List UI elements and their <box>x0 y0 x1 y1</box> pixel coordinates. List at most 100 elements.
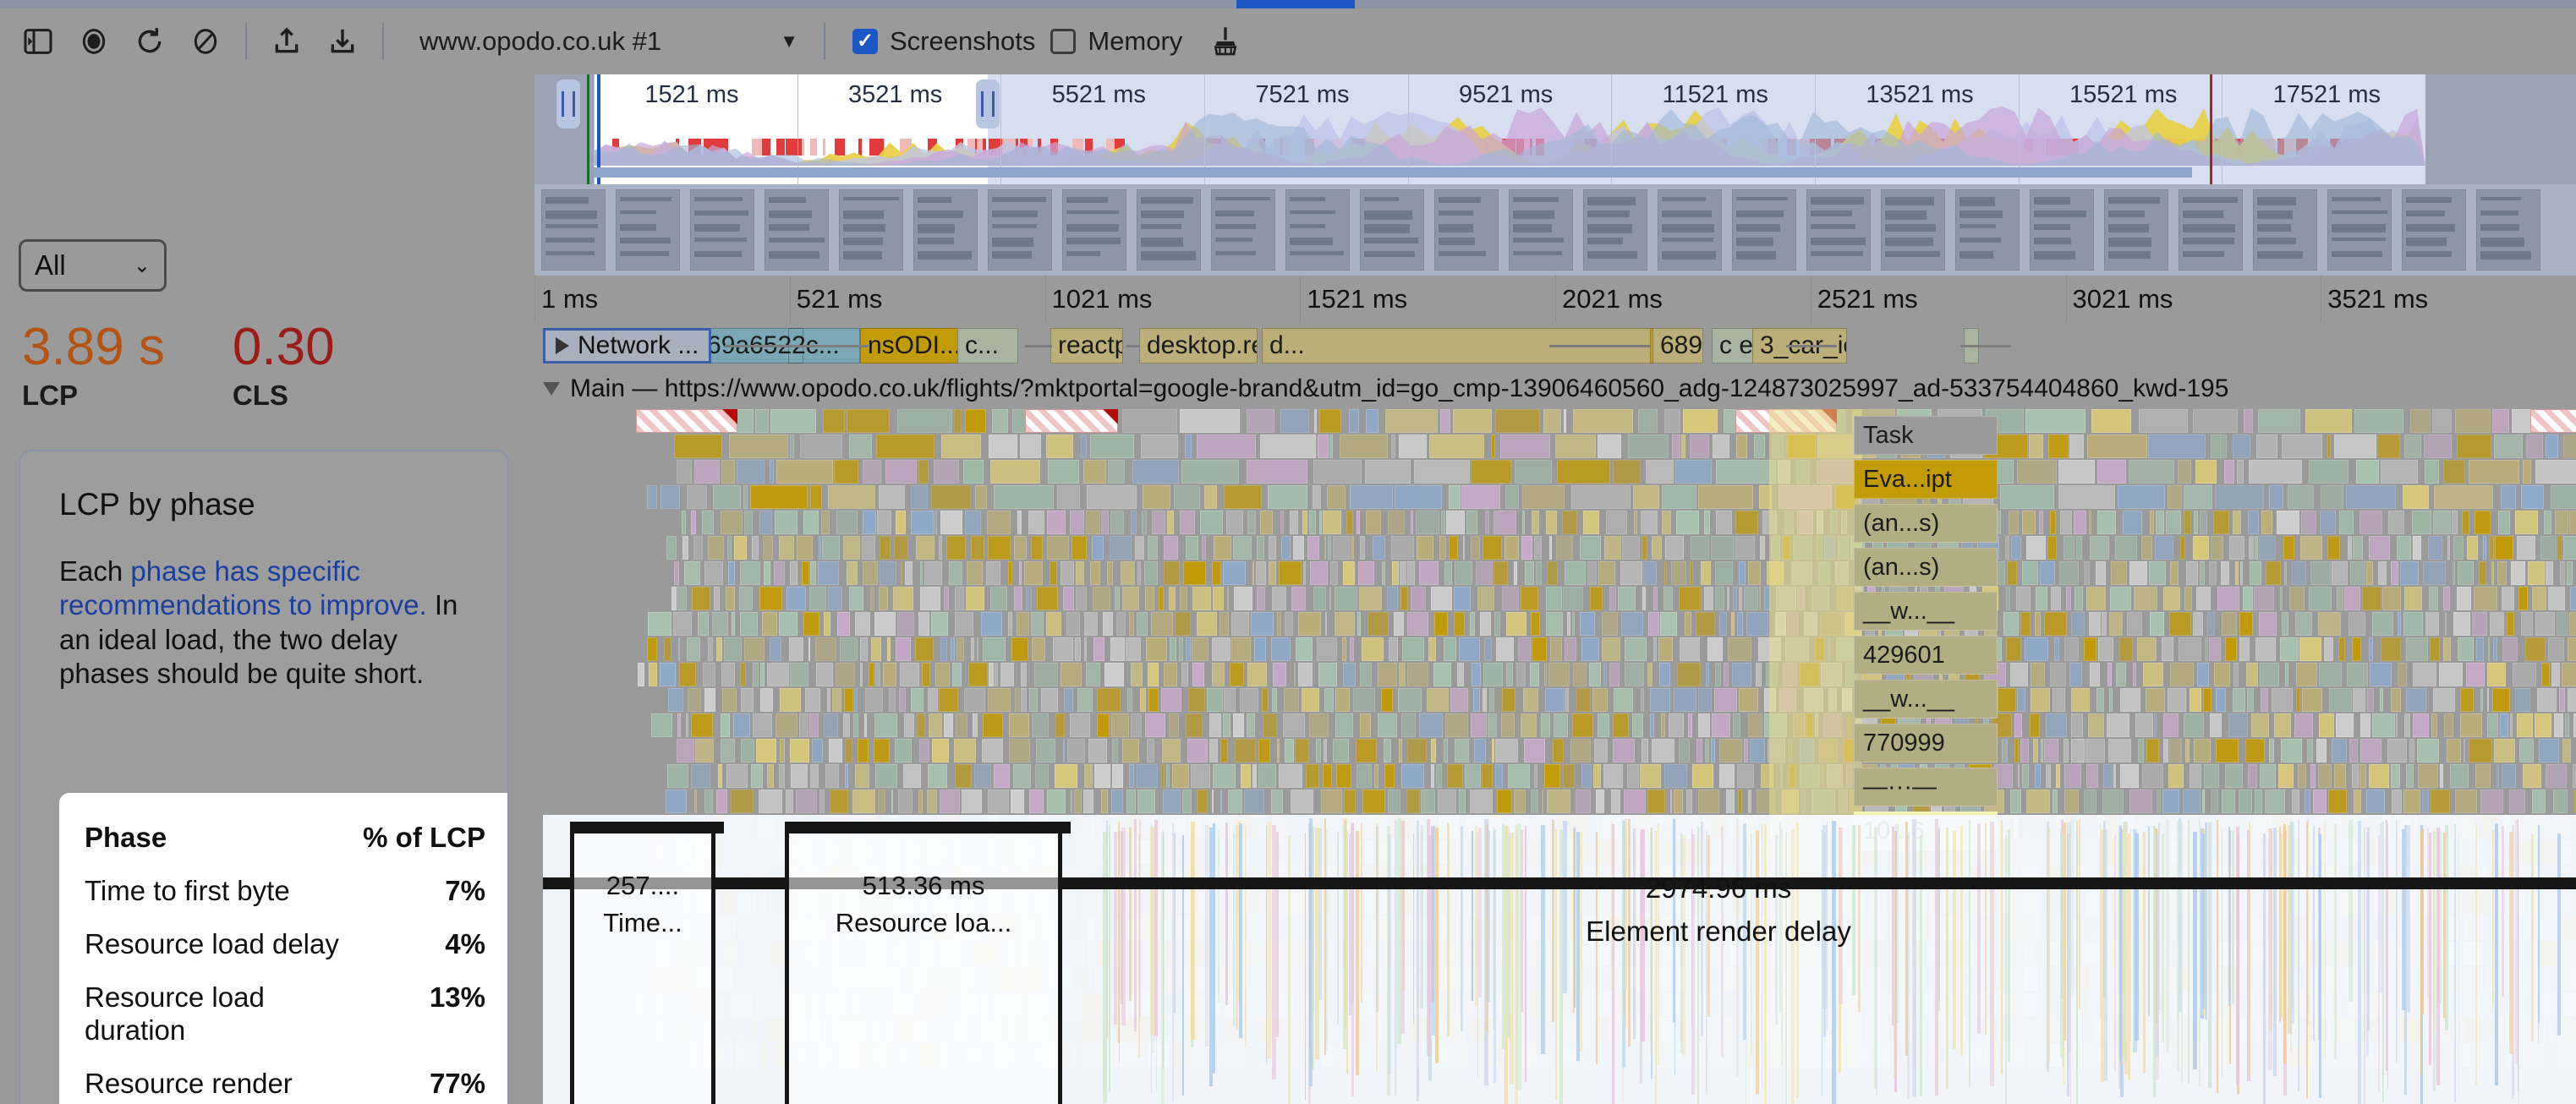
flame-block[interactable] <box>1131 511 1137 534</box>
flame-block[interactable] <box>2430 637 2440 661</box>
flame-block[interactable] <box>1247 663 1268 686</box>
flame-block[interactable] <box>1658 637 1673 661</box>
flame-block[interactable] <box>1088 739 1107 762</box>
flame-block[interactable] <box>1733 587 1737 610</box>
flame-block[interactable] <box>939 790 961 813</box>
flame-block[interactable] <box>795 790 818 813</box>
flame-block[interactable] <box>711 612 728 636</box>
flame-block[interactable] <box>2210 713 2222 737</box>
flame-block[interactable] <box>2169 612 2192 636</box>
flame-block[interactable] <box>1653 637 1658 661</box>
flame-block[interactable] <box>2544 511 2552 534</box>
flame-block[interactable] <box>2251 713 2270 737</box>
flame-block[interactable] <box>1611 790 1620 813</box>
flame-block[interactable] <box>1181 663 1189 686</box>
flame-block[interactable] <box>1144 561 1159 585</box>
flame-block[interactable] <box>2555 511 2568 534</box>
flame-block[interactable] <box>2168 739 2182 762</box>
flame-block[interactable] <box>2086 434 2147 458</box>
flame-block[interactable] <box>2307 739 2313 762</box>
flame-block[interactable] <box>2086 764 2099 788</box>
flame-block[interactable] <box>1547 790 1571 813</box>
filmstrip-frame[interactable] <box>690 189 754 271</box>
flame-block[interactable] <box>1533 536 1543 560</box>
flame-block[interactable] <box>2336 713 2354 737</box>
flame-block[interactable] <box>659 663 677 686</box>
flame-block[interactable] <box>1318 663 1337 686</box>
flame-block[interactable] <box>1483 688 1488 712</box>
flame-block[interactable] <box>692 587 711 610</box>
flame-block[interactable] <box>2403 612 2423 636</box>
flame-block[interactable] <box>1212 790 1214 813</box>
flame-block[interactable] <box>702 663 715 686</box>
flame-block[interactable] <box>993 764 1010 788</box>
flame-block[interactable] <box>2005 587 2011 610</box>
flame-block[interactable] <box>1700 561 1711 585</box>
flame-block[interactable] <box>1441 511 1445 534</box>
flame-block[interactable] <box>759 511 773 534</box>
flame-block[interactable] <box>1141 434 1178 458</box>
flame-block[interactable] <box>2243 587 2253 610</box>
flame-block[interactable] <box>1671 561 1686 585</box>
flame-block[interactable] <box>2137 739 2145 762</box>
insight-filter-select[interactable]: All ⌄ <box>19 239 167 292</box>
flame-block[interactable] <box>1533 764 1538 788</box>
flame-block[interactable] <box>2022 561 2038 585</box>
flame-block[interactable] <box>2228 713 2249 737</box>
flame-block[interactable] <box>677 587 687 610</box>
flame-block[interactable] <box>2319 511 2336 534</box>
flame-block[interactable] <box>2526 434 2544 458</box>
flame-block[interactable] <box>2168 764 2184 788</box>
flame-block[interactable] <box>2453 536 2464 560</box>
flame-block[interactable] <box>1679 739 1690 762</box>
flame-block[interactable] <box>2063 536 2075 560</box>
flame-block[interactable] <box>1013 536 1027 560</box>
flame-block[interactable] <box>1211 561 1221 585</box>
flame-block[interactable] <box>1406 612 1428 636</box>
flame-block[interactable] <box>1020 688 1027 712</box>
flame-block[interactable] <box>1063 688 1074 712</box>
flame-block[interactable] <box>1219 612 1229 636</box>
flame-block[interactable] <box>2344 587 2361 610</box>
flame-block[interactable] <box>741 739 755 762</box>
flame-block[interactable] <box>1169 587 1176 610</box>
flame-block[interactable] <box>1572 713 1593 737</box>
network-request[interactable]: desktop.react.js (www.opodo.co.uk) <box>1139 328 1258 363</box>
flame-block[interactable] <box>1018 561 1022 585</box>
flame-block[interactable] <box>763 536 773 560</box>
flame-block[interactable] <box>1365 460 1411 484</box>
flame-block[interactable] <box>930 612 949 636</box>
flame-block[interactable] <box>1703 511 1710 534</box>
flame-block[interactable] <box>1062 739 1065 762</box>
flame-block[interactable] <box>1298 612 1322 636</box>
flame-block[interactable] <box>1152 511 1165 534</box>
flame-block[interactable] <box>980 612 1003 636</box>
flame-block[interactable] <box>1650 713 1654 737</box>
flame-block[interactable] <box>2557 612 2568 636</box>
flame-block[interactable] <box>1111 764 1123 788</box>
flame-block[interactable] <box>2199 561 2206 585</box>
flame-block[interactable] <box>2305 409 2353 433</box>
flame-block[interactable] <box>2360 739 2382 762</box>
flame-block[interactable] <box>2162 587 2180 610</box>
flame-block[interactable] <box>1023 561 1044 585</box>
flame-block[interactable] <box>1710 739 1716 762</box>
flame-block[interactable] <box>893 587 913 610</box>
flame-block[interactable] <box>2535 612 2556 636</box>
flame-block[interactable] <box>2069 434 2084 458</box>
flame-block[interactable] <box>875 663 880 686</box>
flame-block[interactable] <box>1013 764 1031 788</box>
memory-checkbox[interactable]: Memory <box>1050 26 1182 57</box>
flame-block[interactable] <box>1184 434 1192 458</box>
flame-block[interactable] <box>2202 790 2205 813</box>
flame-block[interactable] <box>809 764 819 788</box>
flame-block[interactable] <box>1603 764 1624 788</box>
flame-block[interactable] <box>940 511 963 534</box>
flame-block[interactable] <box>1226 511 1243 534</box>
flame-block[interactable] <box>2050 511 2057 534</box>
flame-block[interactable] <box>1727 637 1751 661</box>
flame-block[interactable] <box>1070 713 1090 737</box>
flame-block[interactable] <box>1009 739 1031 762</box>
flame-block[interactable] <box>1420 790 1435 813</box>
flame-block[interactable] <box>990 587 1007 610</box>
